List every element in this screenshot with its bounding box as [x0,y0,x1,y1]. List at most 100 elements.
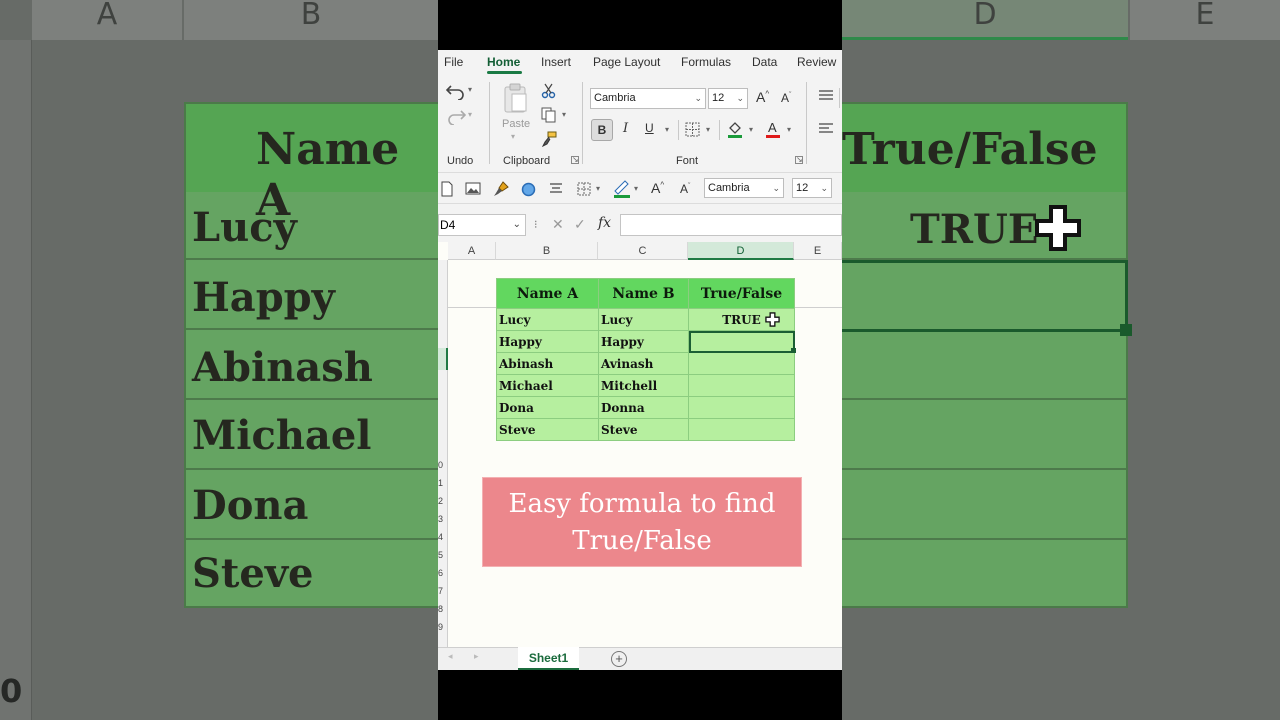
chevron-down-icon: ⌄ [694,93,702,103]
decrease-font-size-icon[interactable]: Aˇ [781,91,791,105]
cell-result[interactable] [688,396,795,419]
cell-name-b[interactable]: Lucy [598,308,689,331]
row-number[interactable]: 3 [438,514,443,524]
active-cell[interactable] [688,330,795,353]
picture-icon[interactable] [465,182,481,195]
add-sheet-button[interactable]: + [611,651,627,667]
tab-data[interactable]: Data [752,55,777,69]
font-color-dropdown-icon[interactable]: ▾ [787,125,791,134]
font-name-select[interactable]: Cambria ⌄ [590,88,706,109]
fill-color-icon[interactable] [613,179,631,199]
borders-dropdown-icon[interactable]: ▾ [596,184,600,193]
worksheet[interactable]: A B C D E 0 1 2 3 4 5 6 7 8 9 Name A Nam… [438,242,842,647]
cell-name-b[interactable]: Avinash [598,352,689,375]
undo-icon[interactable] [446,82,466,100]
formula-input[interactable] [620,214,842,236]
cell-name-a[interactable]: Happy [496,330,599,353]
italic-button[interactable]: I [623,121,628,136]
qat-font-name-select[interactable]: Cambria ⌄ [704,178,784,198]
cell-name-a[interactable]: Dona [496,396,599,419]
svg-text:A: A [768,120,777,135]
tab-formulas[interactable]: Formulas [681,55,731,69]
tab-home[interactable]: Home [487,55,520,69]
bg-row-line [842,472,1126,540]
row-number[interactable]: 0 [438,460,443,470]
redo-icon[interactable] [446,107,466,125]
cell-name-b[interactable]: Happy [598,330,689,353]
shape-circle-icon[interactable] [521,182,536,197]
cell-result[interactable] [688,418,795,441]
row-number[interactable]: 1 [438,478,443,488]
column-header-a[interactable]: A [448,242,496,260]
cell-name-b[interactable]: Steve [598,418,689,441]
row-number[interactable]: 2 [438,496,443,506]
borders-dropdown-icon[interactable]: ▾ [706,125,710,134]
row-number[interactable]: 5 [438,550,443,560]
fill-handle[interactable] [791,348,796,353]
tab-review[interactable]: Review [797,55,836,69]
scroll-right-icon[interactable]: ▸ [474,651,479,662]
new-file-icon[interactable] [440,181,454,197]
tab-page-layout[interactable]: Page Layout [593,55,660,69]
increase-font-size-icon[interactable]: A^ [651,180,664,196]
paste-label[interactable]: Paste [502,118,530,130]
bold-button[interactable]: B [591,119,613,141]
column-header-b[interactable]: B [496,242,598,260]
font-color-icon[interactable]: A [765,119,781,139]
column-header-e[interactable]: E [794,242,842,260]
increase-font-size-icon[interactable]: A^ [756,89,769,105]
font-size-select[interactable]: 12 ⌄ [708,88,748,109]
copy-icon[interactable] [541,107,557,123]
row-number[interactable]: 4 [438,532,443,542]
borders-icon[interactable] [577,182,591,196]
paste-dropdown-icon[interactable]: ▾ [511,132,515,141]
more-dots-icon[interactable]: ⁝ [534,218,538,231]
cell-name-a[interactable]: Abinash [496,352,599,375]
decrease-font-size-icon[interactable]: Aˇ [680,182,690,196]
cell-result[interactable]: TRUE [688,308,795,331]
undo-dropdown-icon[interactable]: ▾ [468,85,472,94]
row-number[interactable]: 9 [438,622,443,632]
clipboard-launcher-icon[interactable]: ↘ [571,156,579,164]
copy-dropdown-icon[interactable]: ▾ [562,110,566,119]
fill-color-dropdown-icon[interactable]: ▾ [634,184,638,193]
qat-font-size-select[interactable]: 12 ⌄ [792,178,832,198]
insert-function-button[interactable]: fx [598,215,611,231]
cell-result[interactable] [688,352,795,375]
fill-color-icon[interactable] [727,119,743,139]
borders-icon[interactable] [685,122,700,137]
cell-name-a[interactable]: Michael [496,374,599,397]
redo-dropdown-icon[interactable]: ▾ [468,110,472,119]
column-header-d[interactable]: D [688,242,794,260]
align-center-icon[interactable] [549,183,563,195]
cancel-entry-icon[interactable]: ✕ [552,216,564,233]
underline-dropdown-icon[interactable]: ▾ [665,125,669,134]
header-true-false[interactable]: True/False [688,278,795,309]
underline-button[interactable]: U [645,121,654,135]
font-launcher-icon[interactable]: ↘ [795,156,803,164]
name-box[interactable]: D4 ⌄ [438,214,526,236]
cell-name-a[interactable]: Lucy [496,308,599,331]
align-left-icon[interactable] [818,122,834,136]
cell-name-b[interactable]: Mitchell [598,374,689,397]
paste-icon[interactable] [502,82,530,114]
cell-result[interactable] [688,374,795,397]
row-number[interactable]: 6 [438,568,443,578]
align-top-icon[interactable] [818,89,834,103]
header-name-a[interactable]: Name A [496,278,599,309]
cut-icon[interactable] [541,83,557,99]
tab-insert[interactable]: Insert [541,55,571,69]
column-header-c[interactable]: C [598,242,688,260]
row-number[interactable]: 7 [438,586,443,596]
row-number[interactable]: 8 [438,604,443,614]
format-painter-icon[interactable] [541,131,557,147]
header-name-b[interactable]: Name B [598,278,689,309]
tab-file[interactable]: File [444,55,463,69]
scroll-left-icon[interactable]: ◂ [448,651,453,662]
sheet-tab-sheet1[interactable]: Sheet1 [518,647,579,670]
cell-name-a[interactable]: Steve [496,418,599,441]
cell-name-b[interactable]: Donna [598,396,689,419]
fill-color-dropdown-icon[interactable]: ▾ [749,125,753,134]
paint-brush-icon[interactable] [493,181,509,197]
confirm-entry-icon[interactable]: ✓ [574,216,586,233]
